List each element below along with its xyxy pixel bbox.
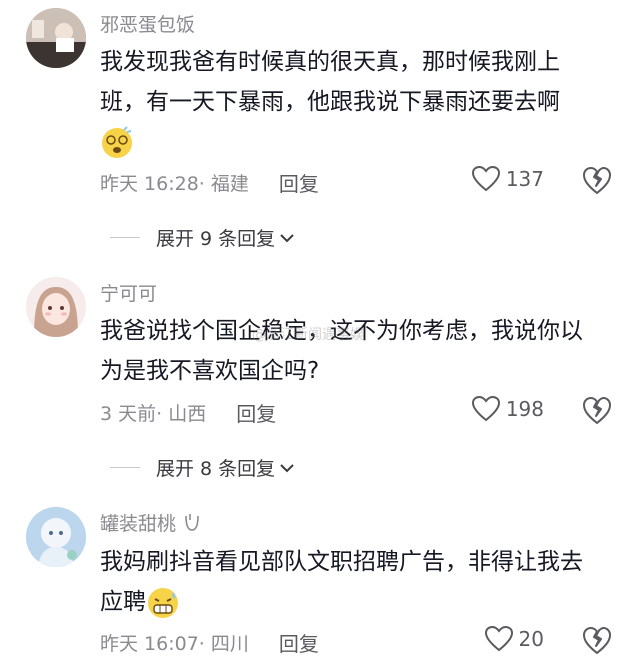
location: · 山西 (156, 403, 207, 425)
timestamp: 昨天 16:28 (100, 173, 199, 195)
heart-icon (471, 396, 500, 422)
username-row[interactable]: 罐装甜桃 (100, 509, 202, 536)
expand-replies-button[interactable]: 展开 9 条回复 (110, 224, 295, 251)
comment-text-line: 我发现我爸有时候真的很天真，那时候我刚上 (100, 49, 560, 75)
timestamp: 3 天前 (100, 403, 157, 425)
avatar-illustration-icon (26, 277, 86, 337)
comment-text: 我发现我爸有时候真的很天真，那时候我刚上 班，有一天下暴雨，他跟我说下暴雨还要去… (100, 42, 612, 162)
expand-replies-label: 展开 9 条回复 (156, 228, 276, 250)
comment-meta: 3 天前 · 山西 回复 (100, 398, 276, 427)
avatar[interactable] (26, 277, 86, 337)
comment-meta: 昨天 16:07 · 四川 回复 (100, 628, 319, 657)
comment-text-line: 我妈刷抖音看见部队文职招聘广告，非得让我去 (100, 549, 583, 575)
broken-heart-icon[interactable] (582, 626, 612, 656)
comment-meta: 昨天 16:28 · 福建 回复 (100, 168, 319, 197)
like-button[interactable]: 137 (471, 166, 544, 192)
like-button[interactable]: 198 (471, 396, 544, 422)
heart-icon (484, 626, 513, 652)
like-count: 198 (505, 397, 544, 421)
broken-heart-icon[interactable] (582, 166, 612, 196)
username[interactable]: 宁可可 (100, 279, 157, 306)
location: · 四川 (198, 633, 249, 655)
reply-button[interactable]: 回复 (279, 628, 319, 657)
avatar[interactable] (26, 8, 86, 68)
avatar-illustration-icon (26, 507, 86, 567)
timestamp: 昨天 16:07 (100, 633, 199, 655)
username[interactable]: 邪恶蛋包饭 (100, 10, 195, 37)
avatar[interactable] (26, 507, 86, 567)
reply-button[interactable]: 回复 (236, 398, 276, 427)
divider (110, 237, 140, 238)
grimacing-sweat-emoji (148, 587, 178, 618)
expand-replies-label: 展开 8 条回复 (156, 458, 276, 480)
username: 罐装甜桃 (100, 513, 177, 535)
location: · 福建 (198, 173, 249, 195)
chevron-down-icon (280, 463, 294, 472)
chevron-down-icon (280, 233, 294, 242)
like-count: 137 (505, 167, 544, 191)
watermark: @浙江新闻遇事娱 (252, 327, 364, 343)
dizzy-face-emoji (102, 125, 132, 158)
broken-heart-icon[interactable] (582, 396, 612, 426)
expand-replies-button[interactable]: 展开 8 条回复 (110, 454, 295, 481)
avatar-photo-icon (26, 8, 86, 68)
comment-text-line: 为是我不喜欢国企吗? (100, 358, 320, 384)
like-count: 20 (518, 627, 544, 651)
like-button[interactable]: 20 (484, 626, 544, 652)
badge-icon (185, 513, 199, 531)
comment-text: 我爸说找个国企稳定，这不为你考虑，我说你以 为是我不喜欢国企吗? (100, 311, 612, 391)
divider (110, 467, 140, 468)
reply-button[interactable]: 回复 (279, 168, 319, 197)
comment-text-line: 应聘 (100, 589, 146, 615)
heart-icon (471, 166, 500, 192)
comment-text: 我妈刷抖音看见部队文职招聘广告，非得让我去 应聘 (100, 542, 612, 622)
comment-text-line: 班，有一天下暴雨，他跟我说下暴雨还要去啊 (100, 89, 560, 115)
